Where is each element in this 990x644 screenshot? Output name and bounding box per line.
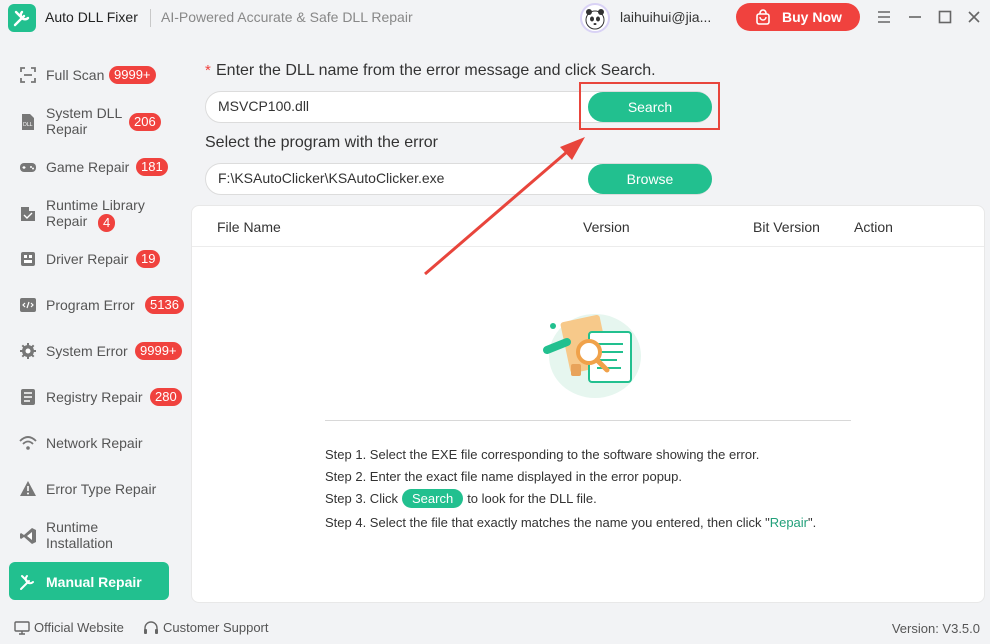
gamepad-icon bbox=[20, 163, 36, 172]
dll-field-label: Enter the DLL name from the error messag… bbox=[216, 62, 656, 79]
sidebar-item-label: Driver Repair bbox=[46, 251, 129, 267]
count-badge: 4 bbox=[98, 214, 116, 232]
step-3-suffix: to look for the DLL file. bbox=[467, 491, 597, 506]
program-field-label: Select the program with the error bbox=[205, 134, 438, 151]
dll-name-input[interactable] bbox=[218, 98, 578, 114]
step-4-repair-link: Repair bbox=[769, 515, 808, 530]
sidebar-item-game-repair[interactable]: Game Repair 181 bbox=[9, 147, 169, 185]
step-3-text: Step 3. Click Search to look for the DLL f… bbox=[325, 489, 597, 508]
sidebar-item-label: Game Repair bbox=[46, 159, 130, 175]
steps-divider bbox=[325, 420, 851, 421]
sidebar-item-manual-repair[interactable]: Manual Repair bbox=[9, 562, 169, 600]
count-badge: 9999+ bbox=[135, 342, 182, 360]
empty-search-illustration-icon bbox=[543, 314, 641, 398]
footer: Official Website Customer Support Versio… bbox=[0, 612, 990, 644]
sidebar-item-program-error[interactable]: Program Error 5136 bbox=[9, 285, 184, 323]
step-3-search-pill: Search bbox=[401, 489, 464, 508]
app-name: Auto DLL Fixer bbox=[45, 9, 138, 25]
visual-studio-icon bbox=[20, 528, 36, 544]
app-tagline: AI-Powered Accurate & Safe DLL Repair bbox=[161, 9, 413, 25]
buy-now-button[interactable]: Buy Now bbox=[736, 3, 860, 31]
title-divider bbox=[150, 9, 151, 27]
customer-support-label: Customer Support bbox=[163, 620, 269, 635]
monitor-icon bbox=[14, 621, 30, 635]
count-badge: 5136 bbox=[145, 296, 184, 314]
shopping-bag-icon bbox=[756, 9, 770, 25]
sidebar-item-system-error[interactable]: System Error 9999+ bbox=[9, 331, 182, 369]
browse-button[interactable]: Browse bbox=[588, 164, 712, 194]
driver-icon bbox=[21, 252, 35, 266]
manual-repair-panel: * Enter the DLL name from the error mess… bbox=[191, 38, 990, 606]
runtime-library-icon bbox=[21, 207, 35, 221]
user-account-name[interactable]: laihuihui@jia... bbox=[620, 9, 711, 25]
step-4-prefix: Step 4. Select the file that exactly mat… bbox=[325, 515, 770, 530]
results-table: File Name Version Bit Version Action Ste… bbox=[191, 205, 985, 603]
count-badge: 206 bbox=[129, 113, 161, 131]
step-2-text: Step 2. Enter the exact file name displa… bbox=[325, 469, 682, 484]
menu-icon[interactable] bbox=[873, 6, 895, 28]
gear-icon bbox=[20, 343, 36, 359]
wifi-icon bbox=[19, 436, 37, 450]
count-badge: 181 bbox=[136, 158, 168, 176]
sidebar-item-label: Runtime Installation bbox=[46, 519, 113, 551]
sidebar-item-runtime-library-repair[interactable]: Runtime Library Repair 4 bbox=[9, 193, 169, 233]
program-path-input[interactable] bbox=[218, 170, 578, 186]
official-website-label: Official Website bbox=[34, 620, 124, 635]
avatar[interactable] bbox=[580, 3, 610, 33]
maximize-icon[interactable] bbox=[934, 6, 956, 28]
sidebar-item-label: Manual Repair bbox=[46, 574, 142, 590]
sidebar-item-runtime-installation[interactable]: Runtime Installation bbox=[9, 515, 169, 555]
svg-text:DLL: DLL bbox=[23, 122, 33, 128]
sidebar-item-label: Error Type Repair bbox=[46, 481, 157, 497]
version-label: Version: V3.5.0 bbox=[891, 621, 980, 636]
sidebar-item-registry-repair[interactable]: Registry Repair 280 bbox=[9, 377, 182, 415]
tools-icon bbox=[20, 575, 34, 590]
annotation-highlight-box bbox=[579, 82, 720, 130]
sidebar-item-driver-repair[interactable]: Driver Repair 19 bbox=[9, 239, 169, 277]
list-icon bbox=[21, 389, 35, 405]
minimize-icon[interactable] bbox=[904, 6, 926, 28]
warning-icon bbox=[20, 481, 36, 496]
headset-icon bbox=[144, 621, 158, 634]
app-logo-icon bbox=[8, 4, 36, 32]
customer-support-link[interactable]: Customer Support bbox=[143, 620, 269, 635]
sidebar-item-network-repair[interactable]: Network Repair bbox=[9, 423, 169, 461]
step-4-suffix: ". bbox=[808, 515, 817, 530]
title-bar: Auto DLL Fixer AI-Powered Accurate & Saf… bbox=[0, 0, 990, 36]
column-header-bit-version: Bit Version bbox=[753, 219, 820, 235]
count-badge: 19 bbox=[136, 250, 161, 268]
scan-icon bbox=[20, 67, 36, 83]
code-icon bbox=[20, 298, 36, 312]
close-icon[interactable] bbox=[963, 6, 985, 28]
column-header-file-name: File Name bbox=[217, 219, 281, 235]
sidebar-item-error-type-repair[interactable]: Error Type Repair bbox=[9, 469, 169, 507]
count-badge: 280 bbox=[150, 388, 182, 406]
sidebar-item-label: Network Repair bbox=[46, 435, 143, 451]
sidebar-item-label: Full Scan bbox=[46, 67, 105, 83]
sidebar-item-system-dll-repair[interactable]: DLL System DLL Repair 206 bbox=[9, 101, 169, 141]
sidebar-item-label: Program Error bbox=[46, 297, 135, 313]
official-website-link[interactable]: Official Website bbox=[14, 620, 124, 635]
required-marker: * bbox=[205, 62, 211, 79]
sidebar-item-label: Registry Repair bbox=[46, 389, 143, 405]
column-header-version: Version bbox=[583, 219, 630, 235]
sidebar-item-label: System DLL Repair bbox=[46, 105, 122, 137]
sidebar-item-full-scan[interactable]: Full Scan 9999+ bbox=[9, 55, 169, 93]
dll-icon: DLL bbox=[22, 114, 34, 130]
sidebar-item-label: System Error bbox=[46, 343, 128, 359]
step-3-prefix: Step 3. Click bbox=[325, 491, 398, 506]
count-badge: 9999+ bbox=[109, 66, 156, 84]
column-header-action: Action bbox=[854, 219, 893, 235]
step-1-text: Step 1. Select the EXE file correspondin… bbox=[325, 447, 760, 462]
step-4-text: Step 4. Select the file that exactly mat… bbox=[325, 515, 816, 530]
buy-now-label: Buy Now bbox=[782, 9, 842, 25]
header-divider bbox=[192, 246, 984, 247]
